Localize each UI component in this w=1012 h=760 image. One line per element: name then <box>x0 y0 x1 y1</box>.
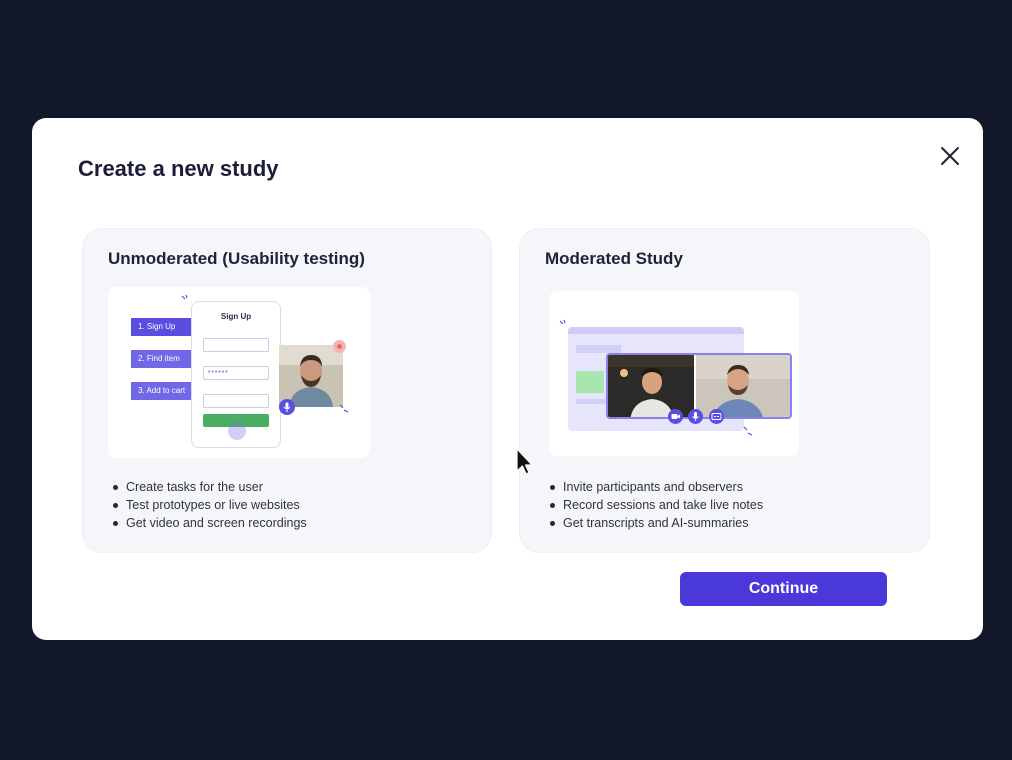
card-title: Unmoderated (Usability testing) <box>108 249 365 268</box>
browser-bar <box>568 327 744 334</box>
record-indicator <box>333 340 346 353</box>
task-item: 1. Sign Up <box>131 318 191 336</box>
microphone-badge <box>279 399 295 415</box>
feature-item: Get transcripts and AI-summaries <box>550 514 763 532</box>
video-camera-icon <box>671 414 680 419</box>
close-icon <box>941 147 959 165</box>
feature-item: Create tasks for the user <box>113 478 307 496</box>
sparkle-icon <box>743 426 753 436</box>
continue-button[interactable]: Continue <box>680 572 887 606</box>
sparkle-icon <box>181 294 188 300</box>
captions-button <box>709 409 724 424</box>
task-item: 2. Find item <box>131 350 191 368</box>
feature-item: Record sessions and take live notes <box>550 496 763 514</box>
password-mask: •••••• <box>208 369 229 376</box>
moderated-illustration <box>549 291 799 456</box>
participant-photo <box>279 345 343 407</box>
microphone-icon <box>283 402 291 412</box>
camera-button <box>668 409 683 424</box>
placeholder-block <box>576 371 604 393</box>
task-item: 3. Add to cart <box>131 382 191 400</box>
modal-title: Create a new study <box>78 156 279 181</box>
touch-indicator <box>228 422 246 440</box>
feature-item: Invite participants and observers <box>550 478 763 496</box>
form-title: Sign Up <box>220 312 252 321</box>
create-study-modal: Create a new study Unmoderated (Usabilit… <box>32 118 983 640</box>
sparkle-icon <box>339 404 349 413</box>
form-field <box>203 394 269 408</box>
placeholder-line <box>576 345 621 353</box>
signup-form-mockup: Sign Up •••••• <box>191 301 281 448</box>
feature-list: Create tasks for the user Test prototype… <box>113 478 307 532</box>
unmoderated-illustration: 1. Sign Up 2. Find item 3. Add to cart S… <box>108 287 370 458</box>
form-field <box>203 338 269 352</box>
close-button[interactable] <box>936 142 964 170</box>
microphone-icon <box>692 412 699 421</box>
feature-item: Get video and screen recordings <box>113 514 307 532</box>
card-title: Moderated Study <box>545 249 683 268</box>
mouse-pointer-icon <box>516 448 533 475</box>
captions-icon <box>711 413 722 420</box>
feature-list: Invite participants and observers Record… <box>550 478 763 532</box>
password-field: •••••• <box>203 366 269 380</box>
study-option-unmoderated[interactable]: Unmoderated (Usability testing) 1. Sign … <box>82 228 492 553</box>
feature-item: Test prototypes or live websites <box>113 496 307 514</box>
mic-button <box>688 409 703 424</box>
study-option-moderated[interactable]: Moderated Study Invite participants and … <box>519 228 930 553</box>
